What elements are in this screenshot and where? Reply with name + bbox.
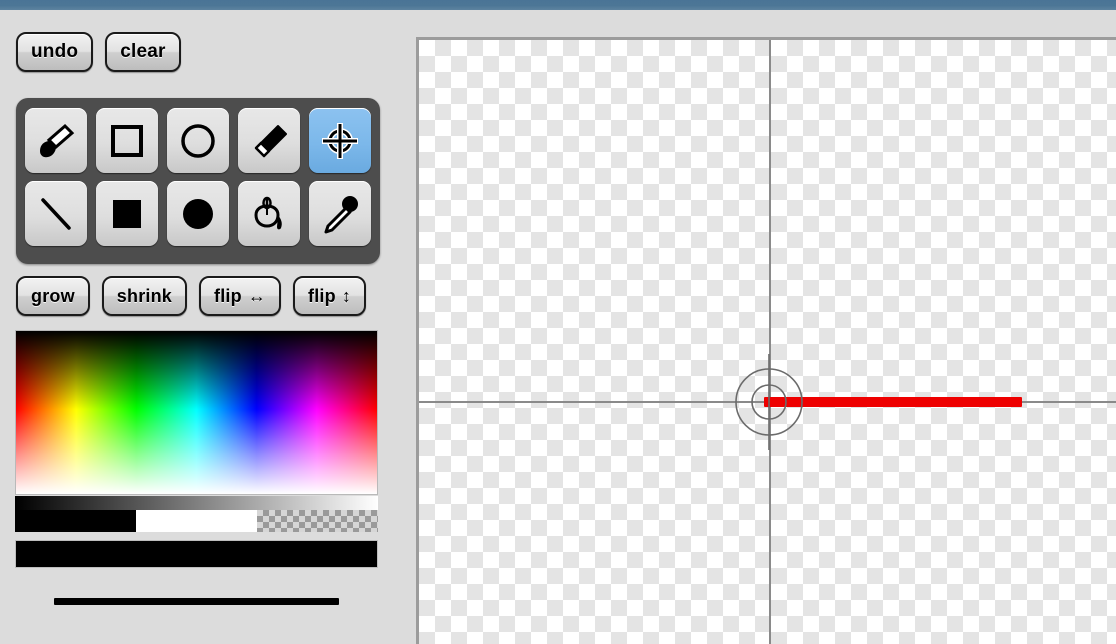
square-filled-icon <box>106 193 148 235</box>
arrow-vertical-icon: ↕ <box>341 285 352 306</box>
swatch-white[interactable] <box>136 510 257 532</box>
canvas-stroke-red-line <box>764 397 1022 407</box>
eyedropper-icon <box>319 193 361 235</box>
arrow-horizontal-icon: ↔ <box>247 285 267 306</box>
stroke-sample-line <box>54 597 339 605</box>
tools-sidebar: undo clear grow shrink flip ↔ flip ↕ <box>0 10 400 644</box>
tool-paint-bucket[interactable] <box>238 181 300 246</box>
flip-vertical-button[interactable]: flip ↕ <box>293 276 367 316</box>
shrink-button-label: shrink <box>116 285 173 306</box>
color-swatch-row <box>15 510 378 532</box>
circle-filled-icon <box>177 193 219 235</box>
circle-outline-icon <box>177 120 219 162</box>
swatch-transparent[interactable] <box>257 510 378 532</box>
crosshair-target-icon <box>319 120 361 162</box>
line-icon <box>35 193 77 235</box>
tool-row-top <box>25 108 371 173</box>
color-picker-field[interactable] <box>15 330 378 495</box>
vertical-guide-line <box>769 40 771 644</box>
shrink-button[interactable]: shrink <box>101 276 188 316</box>
history-button-group: undo clear <box>16 32 181 72</box>
current-color-preview <box>15 540 378 568</box>
eraser-icon <box>248 120 290 162</box>
stroke-thickness-preview[interactable] <box>15 578 378 624</box>
transparency-checkerboard <box>419 40 1116 644</box>
tool-ellipse-filled[interactable] <box>167 181 229 246</box>
square-outline-icon <box>106 120 148 162</box>
tool-move-target[interactable] <box>309 108 371 173</box>
tool-brush[interactable] <box>25 108 87 173</box>
tool-palette <box>16 98 380 264</box>
tool-eyedropper[interactable] <box>309 181 371 246</box>
undo-button[interactable]: undo <box>16 32 94 72</box>
grow-button-label: grow <box>31 285 75 306</box>
title-bar <box>0 0 1116 10</box>
tool-rectangle-filled[interactable] <box>96 181 158 246</box>
flip-horizontal-button[interactable]: flip ↔ <box>199 276 282 316</box>
clear-button[interactable]: clear <box>105 32 181 72</box>
tool-eraser[interactable] <box>238 108 300 173</box>
drawing-canvas[interactable] <box>416 37 1116 644</box>
tool-rectangle-outline[interactable] <box>96 108 158 173</box>
flip-vertical-label: flip <box>308 285 336 306</box>
tool-ellipse-outline[interactable] <box>167 108 229 173</box>
tool-row-bottom <box>25 181 371 246</box>
paint-app-window: undo clear grow shrink flip ↔ flip ↕ <box>0 0 1116 644</box>
grow-button[interactable]: grow <box>16 276 90 316</box>
flip-horizontal-label: flip <box>214 285 242 306</box>
swatch-black[interactable] <box>15 510 136 532</box>
grayscale-ramp-slider[interactable] <box>15 496 378 510</box>
value-gradient-layer <box>16 331 377 494</box>
brush-icon <box>35 120 77 162</box>
clear-button-label: clear <box>120 41 166 62</box>
tool-line[interactable] <box>25 181 87 246</box>
transform-button-group: grow shrink flip ↔ flip ↕ <box>16 276 367 316</box>
undo-button-label: undo <box>31 41 79 62</box>
paint-bucket-icon <box>248 193 290 235</box>
